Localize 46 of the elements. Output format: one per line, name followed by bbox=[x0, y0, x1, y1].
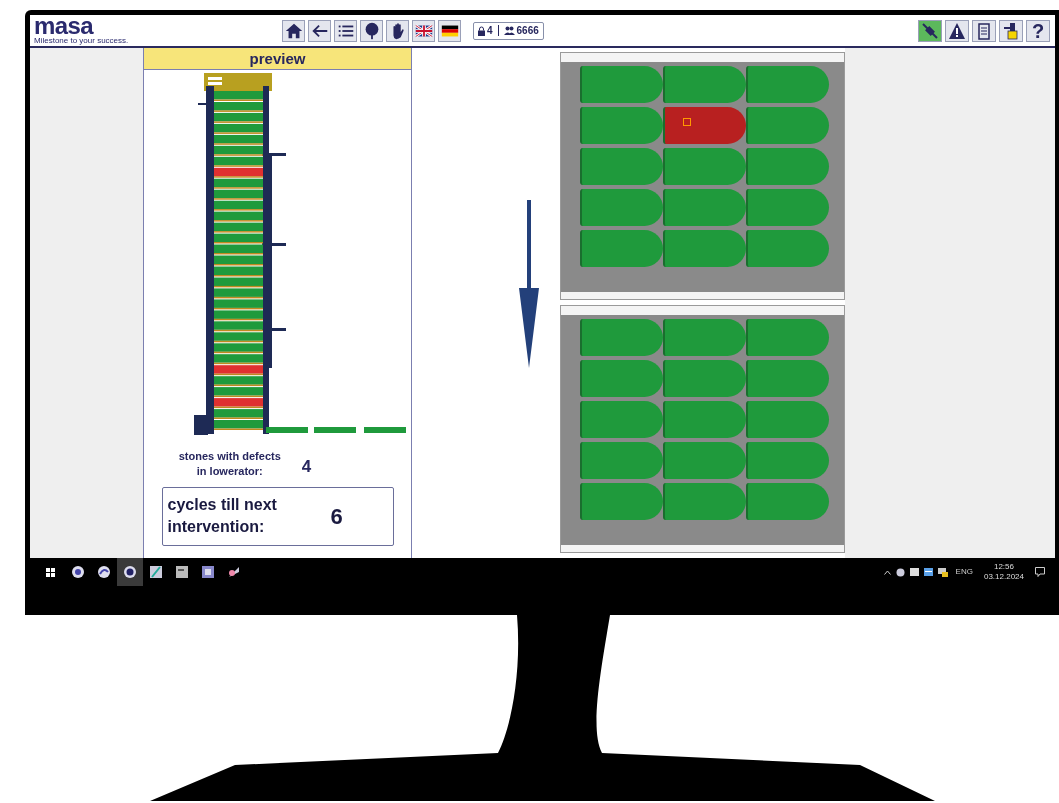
help-button[interactable]: ? bbox=[1026, 19, 1050, 42]
brush-app-icon bbox=[227, 565, 241, 579]
tree-button[interactable] bbox=[360, 19, 383, 42]
home-button[interactable] bbox=[282, 19, 305, 42]
network-icon[interactable] bbox=[937, 567, 948, 577]
clock-time: 12:56 bbox=[993, 562, 1014, 572]
german-language-button[interactable] bbox=[438, 19, 461, 42]
user-id: 6666 bbox=[516, 24, 539, 38]
clipboard-icon bbox=[975, 21, 993, 40]
defects-count: 4 bbox=[301, 456, 312, 478]
preview-title: preview bbox=[144, 48, 411, 70]
globe-app-icon bbox=[97, 565, 111, 579]
tray-circle-icon[interactable] bbox=[895, 567, 905, 577]
chevron-up-icon[interactable] bbox=[883, 569, 891, 575]
logo: masa bbox=[34, 16, 95, 36]
warning-icon bbox=[948, 21, 966, 40]
windows-start-icon[interactable] bbox=[45, 567, 55, 577]
circle-app-icon bbox=[123, 565, 137, 579]
cycles-label: cycles till next intervention: bbox=[166, 495, 278, 537]
users-icon bbox=[503, 26, 515, 35]
list-button[interactable] bbox=[334, 19, 357, 42]
taskbar-app[interactable] bbox=[117, 558, 143, 586]
drawing-app-icon bbox=[149, 565, 163, 579]
defect-marker bbox=[683, 118, 691, 126]
person-with-key-icon bbox=[1002, 21, 1020, 40]
logo-tagline: Milestone to your success. bbox=[34, 37, 130, 45]
connection-button[interactable] bbox=[918, 19, 942, 42]
english-language-button[interactable] bbox=[412, 19, 435, 42]
access-level: 4 bbox=[487, 24, 493, 38]
hand-button[interactable] bbox=[386, 19, 409, 42]
back-button[interactable] bbox=[308, 19, 331, 42]
tray-window-icon[interactable] bbox=[909, 568, 919, 576]
grid-app-icon bbox=[201, 565, 215, 579]
disc-app-icon bbox=[71, 565, 85, 579]
clipboard-button[interactable] bbox=[972, 19, 996, 42]
input-language[interactable]: ENG bbox=[955, 566, 973, 578]
user-login-button[interactable] bbox=[999, 19, 1023, 42]
cycles-count: 6 bbox=[330, 502, 343, 531]
clock-date: 03.12.2024 bbox=[983, 572, 1024, 582]
window-app-icon bbox=[175, 565, 189, 579]
plug-icon bbox=[921, 21, 939, 40]
monitor-tray-icon[interactable] bbox=[923, 568, 933, 576]
defects-label: stones with defects in lowerator: bbox=[177, 448, 282, 479]
warning-button[interactable] bbox=[945, 19, 969, 42]
notification-icon[interactable] bbox=[1035, 567, 1045, 577]
lock-icon bbox=[478, 25, 485, 36]
